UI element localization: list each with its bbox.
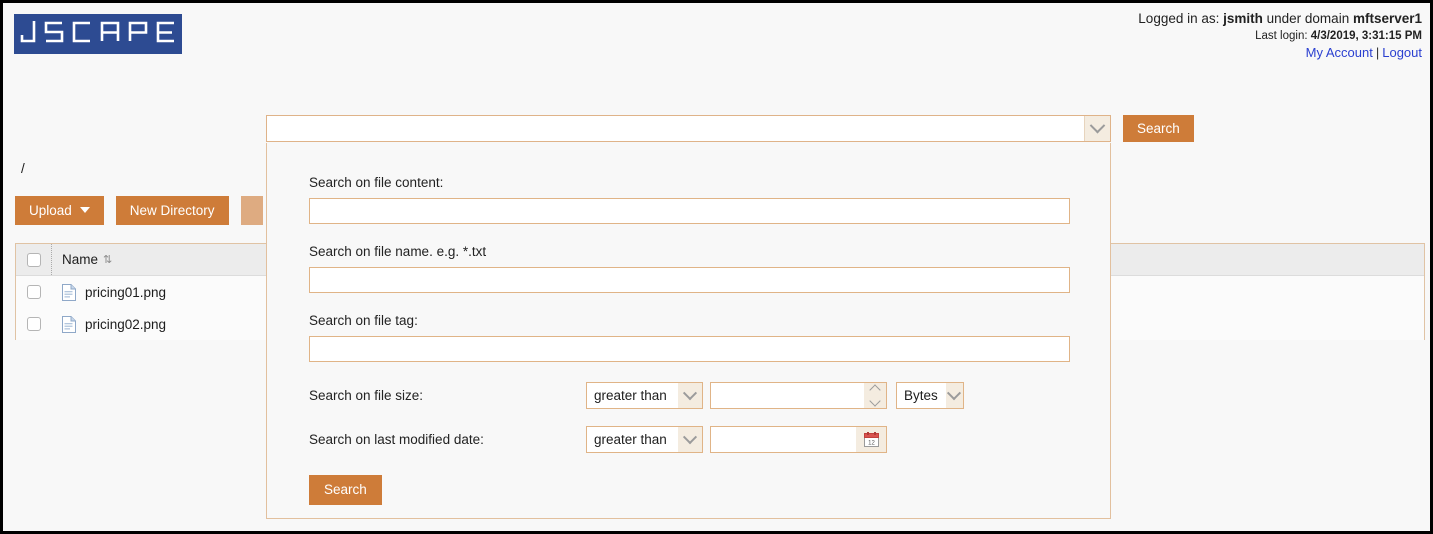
file-size-unit-value: Bytes (904, 388, 938, 403)
my-account-link[interactable]: My Account (1306, 45, 1373, 60)
file-name-label[interactable]: pricing01.png (85, 285, 166, 300)
file-icon-svg (62, 315, 76, 333)
last-modified-row: Search on last modified date: greater th… (309, 426, 1068, 453)
last-modified-label: Search on last modified date: (309, 432, 484, 447)
column-header-name[interactable]: Name ⇅ (52, 252, 112, 267)
username: jsmith (1223, 11, 1263, 26)
row-select-cell (16, 308, 52, 340)
calendar-icon: 12 (863, 432, 879, 447)
chevron-down-icon[interactable] (945, 383, 963, 408)
last-modified-date-input[interactable]: 12 (710, 426, 887, 453)
file-size-unit-select[interactable]: Bytes (896, 382, 964, 409)
file-content-input[interactable] (309, 198, 1070, 224)
file-tag-label: Search on file tag: (309, 313, 418, 328)
last-login-label: Last login: (1255, 30, 1311, 42)
application-window: Logged in as: jsmith under domain mftser… (0, 0, 1433, 534)
last-modified-operator-value: greater than (594, 432, 667, 447)
column-header-name-label: Name (62, 252, 99, 267)
search-scope-dropdown[interactable] (266, 115, 1111, 142)
new-directory-button[interactable]: New Directory (115, 196, 229, 225)
jscape-logo-icon (20, 21, 174, 43)
row-name-cell: pricing02.png (52, 315, 166, 333)
upload-button-label: Upload (29, 203, 72, 218)
last-login-value: 4/3/2019, 3:31:15 PM (1310, 30, 1422, 42)
file-toolbar: Upload New Directory (15, 196, 275, 225)
search-bar: Search (266, 115, 1194, 142)
hidden-toolbar-button[interactable] (240, 196, 263, 225)
advanced-search-panel: Search on file content: Search on file n… (266, 143, 1111, 519)
file-tag-input[interactable] (309, 336, 1070, 362)
chevron-glyph (682, 385, 698, 400)
file-name-label: Search on file name. e.g. *.txt (309, 244, 487, 259)
file-icon (62, 283, 76, 301)
file-size-operator-value: greater than (594, 388, 667, 403)
upload-button[interactable]: Upload (15, 196, 104, 225)
chevron-down-icon (1089, 117, 1106, 134)
domain-prefix: under domain (1262, 11, 1353, 26)
row-checkbox[interactable] (27, 285, 41, 299)
chevron-up-icon[interactable] (869, 384, 881, 396)
logout-link[interactable]: Logout (1382, 45, 1422, 60)
advanced-search-form: Search on file content: Search on file n… (267, 143, 1110, 505)
file-icon-svg (62, 283, 76, 301)
file-size-stepper[interactable] (710, 382, 887, 409)
svg-text:12: 12 (868, 441, 875, 447)
domain-name: mftserver1 (1352, 11, 1422, 26)
select-all-cell (16, 244, 52, 275)
sort-icon[interactable]: ⇅ (103, 254, 112, 265)
last-login-line: Last login: 4/3/2019, 3:31:15 PM (1138, 28, 1422, 44)
file-size-operator-select[interactable]: greater than (586, 382, 703, 409)
file-content-label: Search on file content: (309, 175, 444, 190)
search-button-top[interactable]: Search (1123, 115, 1194, 142)
chevron-glyph (947, 385, 962, 400)
chevron-down-icon[interactable] (869, 395, 881, 407)
file-icon (62, 315, 76, 333)
file-size-row: Search on file size: greater than Bytes (309, 382, 1068, 409)
calendar-picker-button[interactable]: 12 (856, 427, 886, 452)
row-name-cell: pricing01.png (52, 283, 166, 301)
jscape-logo (14, 14, 182, 54)
row-select-cell (16, 276, 52, 308)
search-button-panel[interactable]: Search (309, 475, 382, 505)
dropdown-toggle[interactable] (1084, 116, 1110, 141)
chevron-down-icon[interactable] (678, 427, 702, 452)
chevron-glyph (682, 429, 698, 444)
select-all-checkbox[interactable] (26, 252, 41, 267)
chevron-down-icon[interactable] (678, 383, 702, 408)
file-name-input[interactable] (309, 267, 1070, 293)
breadcrumb[interactable]: / (21, 161, 25, 176)
chevron-down-icon (79, 207, 90, 214)
link-separator: | (1375, 45, 1380, 60)
login-info: Logged in as: jsmith under domain mftser… (1138, 11, 1422, 61)
stepper-buttons[interactable] (864, 383, 886, 408)
logged-in-prefix: Logged in as: (1138, 11, 1224, 26)
row-checkbox[interactable] (27, 317, 41, 331)
last-modified-operator-select[interactable]: greater than (586, 426, 703, 453)
file-size-label: Search on file size: (309, 388, 424, 403)
logged-in-line: Logged in as: jsmith under domain mftser… (1138, 11, 1422, 27)
file-name-label[interactable]: pricing02.png (85, 317, 166, 332)
header-links: My Account | Logout (1138, 45, 1422, 61)
